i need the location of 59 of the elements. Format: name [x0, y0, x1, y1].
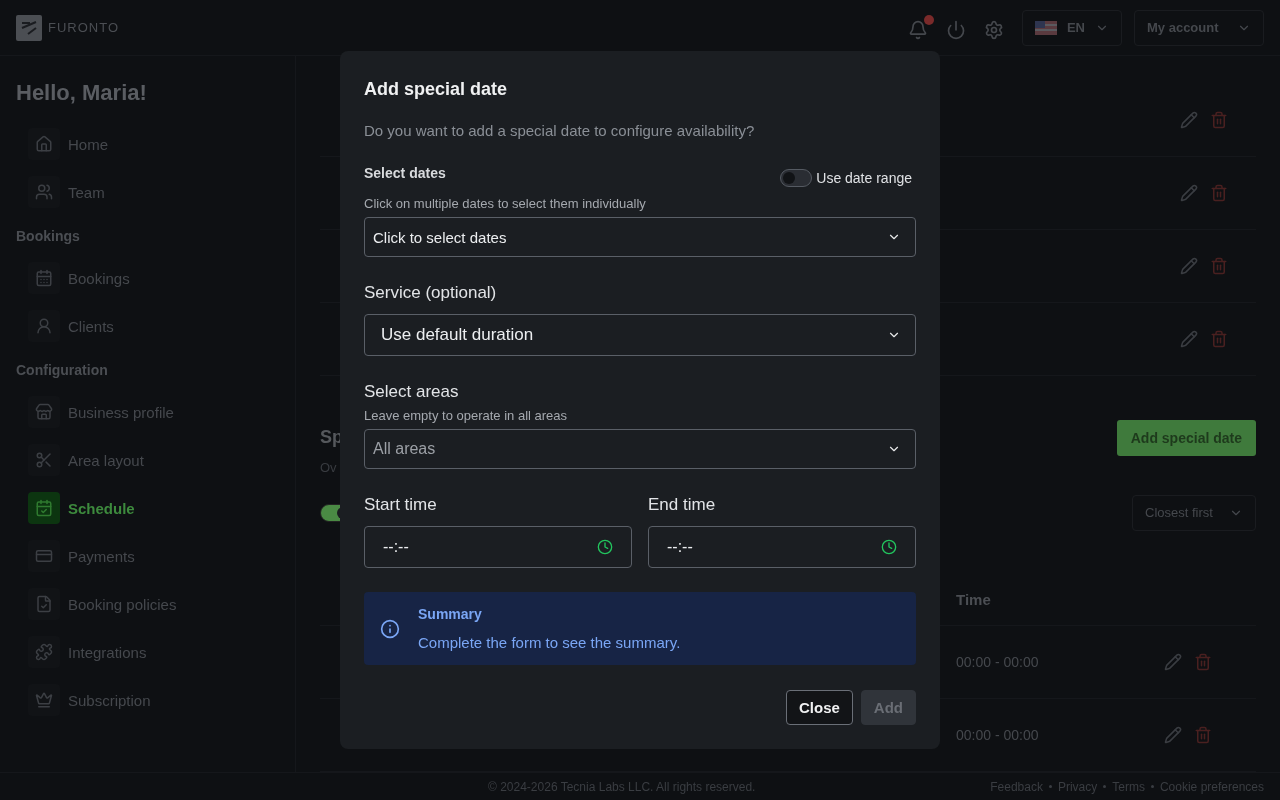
delete-icon[interactable] [1210, 183, 1228, 202]
dialog-button[interactable]: Close [785, 690, 853, 725]
date-picker[interactable]: Click to select dates [364, 217, 916, 257]
sidebar-item[interactable]: Area layout [16, 436, 279, 484]
language-dropdown[interactable]: EN [1021, 9, 1122, 46]
delete-icon[interactable] [1194, 726, 1212, 744]
delete-icon[interactable] [1210, 256, 1228, 275]
sidebar-item[interactable]: Business profile [16, 388, 279, 436]
time-input[interactable]: --:-- [364, 526, 632, 568]
info-icon [380, 618, 400, 639]
field-hint: Leave empty to operate in all areas [364, 408, 569, 423]
sidebar-item[interactable]: Clients [16, 302, 279, 350]
summary-text: Complete the form to see the summary. [418, 634, 681, 651]
field-label: Select areas [364, 382, 460, 402]
account-dropdown[interactable]: My account [1134, 9, 1264, 46]
delete-icon[interactable] [1194, 653, 1212, 672]
clock-icon [597, 539, 613, 555]
sidebar-item[interactable]: Booking policies [16, 580, 279, 628]
dialog-description: Do you want to add a special date to configure availability? [364, 122, 756, 139]
field-label: Start time [364, 495, 438, 515]
field-hint: Click on multiple dates to select them individually [364, 196, 647, 211]
add-special-date-button[interactable]: Add special date [1116, 419, 1256, 456]
flag-icon [1034, 20, 1057, 35]
logo-icon [16, 14, 42, 41]
edit-icon[interactable] [1180, 329, 1198, 348]
sidebar-item[interactable]: Integrations [16, 628, 279, 676]
sidebar-item[interactable]: Payments [16, 532, 279, 580]
service-select[interactable]: Use default duration [364, 314, 916, 356]
greeting: Hello, Maria! [16, 80, 148, 106]
field-label: End time [648, 495, 717, 515]
sidebar-item[interactable]: Bookings [16, 254, 279, 302]
sidebar-item[interactable]: Schedule [16, 484, 279, 532]
areas-select[interactable]: All areas [364, 429, 916, 469]
sidebar-section-title: Bookings [16, 228, 81, 244]
calendar-icon [28, 492, 60, 524]
dialog-title: Add special date [364, 79, 509, 100]
delete-icon[interactable] [1210, 111, 1228, 129]
notification-icon[interactable] [907, 15, 934, 40]
sidebar-item[interactable]: Home [16, 120, 279, 168]
sidebar-item[interactable]: Team [16, 168, 279, 216]
sidebar-item[interactable]: Subscription [16, 676, 279, 724]
field-label: Select dates [364, 165, 446, 181]
table-cell-text: 00:00 - 00:00 [956, 727, 1040, 743]
field-label: Service (optional) [364, 283, 498, 303]
edit-icon[interactable] [1180, 111, 1198, 129]
logo-text: FURONTO [48, 20, 120, 35]
edit-icon[interactable] [1164, 726, 1182, 744]
edit-icon[interactable] [1180, 183, 1198, 202]
toggle-switch[interactable] [780, 169, 813, 187]
clock-icon [881, 539, 897, 555]
delete-icon[interactable] [1210, 329, 1228, 348]
sidebar-section-title: Configuration [16, 362, 109, 378]
time-input[interactable]: --:-- [648, 526, 916, 568]
toggle-label: Use date range [816, 170, 912, 186]
column-header: Time [956, 591, 992, 609]
summary-title: Summary [418, 606, 483, 622]
edit-icon[interactable] [1164, 653, 1182, 672]
table-cell-text: 00:00 - 00:00 [956, 654, 1040, 671]
edit-icon[interactable] [1180, 256, 1198, 275]
